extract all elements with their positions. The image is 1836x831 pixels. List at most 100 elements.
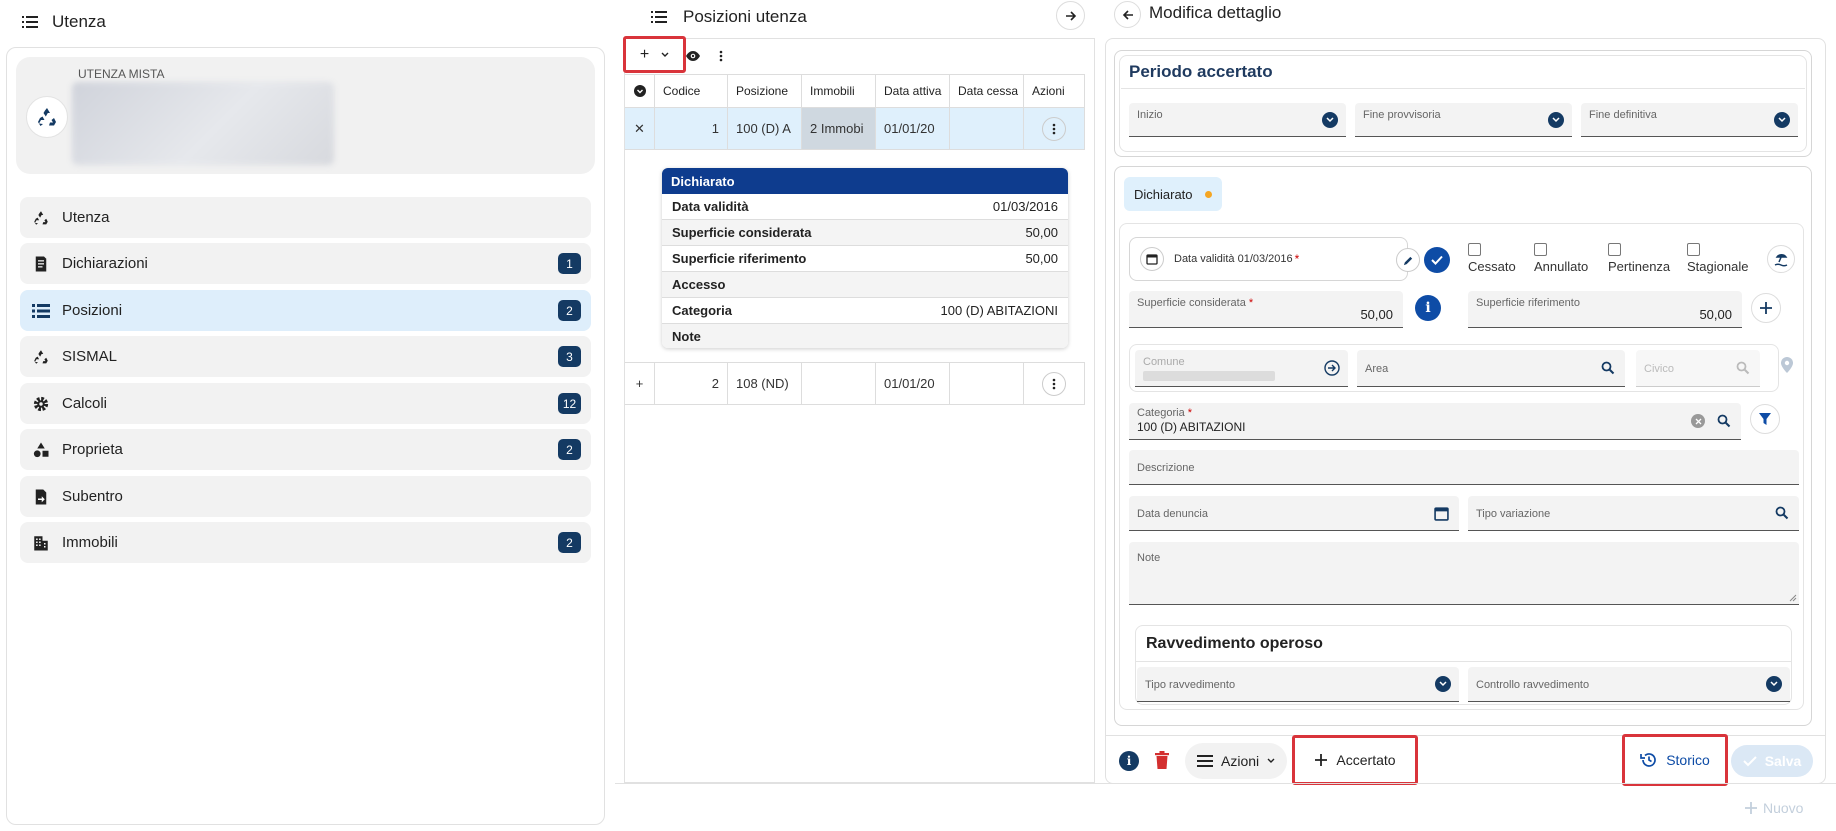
column-header[interactable]: Immobili [802,75,876,107]
arrow-right-icon[interactable] [1056,1,1085,30]
info-icon[interactable]: i [1119,751,1139,771]
storico-button[interactable]: Storico [1622,734,1728,786]
recycle-icon [32,348,50,366]
checkbox-box[interactable] [1608,243,1621,256]
comune-field[interactable]: Comune [1135,350,1348,387]
detail-row: Note [662,324,1068,348]
checkbox-box[interactable] [1687,243,1700,256]
filter-icon[interactable] [1750,404,1780,434]
more-vert-icon[interactable] [1042,116,1066,141]
cessato-checkbox[interactable]: Cessato [1468,243,1516,274]
superficie-considerata-field[interactable]: Superficie considerata * 50,00 [1129,291,1403,328]
add-position-button[interactable]: + [623,36,686,73]
detail-label: Note [672,329,701,344]
expand-all-icon[interactable] [625,75,655,107]
shapes-icon [32,441,50,459]
calendar-icon[interactable] [1140,247,1164,271]
confirm-check-icon[interactable] [1424,247,1450,273]
column-header[interactable]: Posizione [728,75,802,107]
declared-detail-card: Dichiarato Data validità 01/03/2016 Super… [662,168,1068,348]
accertato-button[interactable]: Accertato [1292,735,1418,785]
back-arrow-icon[interactable] [1114,1,1141,28]
column-header[interactable]: Data cessa [950,75,1024,107]
info-icon[interactable]: i [1415,295,1441,321]
map-pin-icon [1779,356,1795,374]
add-plus-icon[interactable] [1751,293,1781,323]
chevron-down-icon [1548,111,1564,128]
stagionale-checkbox[interactable]: Stagionale [1687,243,1748,274]
descrizione-field[interactable]: Descrizione [1129,450,1799,485]
cell-data-cessa [950,363,1024,404]
detail-label: Categoria [672,303,732,318]
collapse-icon[interactable]: ✕ [625,108,655,149]
edit-icon[interactable] [1396,248,1420,272]
clear-icon[interactable] [1691,414,1705,428]
cell-data-cessa [950,108,1024,149]
expand-icon[interactable]: + [625,363,655,404]
detail-row: Accesso [662,272,1068,298]
calendar-icon[interactable] [1434,506,1449,521]
document-icon [32,255,50,273]
building-icon [32,534,50,552]
checkbox-box[interactable] [1534,243,1547,256]
area-field[interactable]: Area [1357,350,1625,387]
middle-title: Posizioni utenza [683,7,807,26]
detail-row: Superficie considerata 50,00 [662,220,1068,246]
checkbox-label: Cessato [1468,259,1516,274]
search-icon[interactable] [1601,361,1615,375]
fine-provvisoria-field[interactable]: Fine provvisoria [1355,103,1572,137]
note-textarea[interactable]: Note [1129,542,1799,605]
data-validita-field[interactable]: Data validità 01/03/2016 * [1129,237,1408,281]
fine-definitiva-field[interactable]: Fine definitiva [1581,103,1798,137]
table-row[interactable]: + 2 108 (ND) 01/01/20 [625,363,1085,405]
superficie-riferimento-field[interactable]: Superficie riferimento 50,00 [1468,291,1742,328]
field-label: Area [1365,363,1389,375]
table-row[interactable]: ✕ 1 100 (D) A 2 Immobi 01/01/20 [625,108,1085,150]
controllo-ravvedimento-field[interactable]: Controllo ravvedimento [1468,667,1790,702]
ravvedimento-title: Ravvedimento operoso [1146,635,1323,652]
annullato-checkbox[interactable]: Annullato [1534,243,1588,274]
sidebar-item-label: Dichiarazioni [62,255,148,272]
sidebar-item-utenza[interactable]: Utenza [20,197,591,238]
trash-icon[interactable] [1154,751,1170,769]
more-vert-icon[interactable] [711,46,731,66]
button-label: Storico [1666,752,1710,768]
tipo-variazione-field[interactable]: Tipo variazione [1468,496,1799,531]
arrow-circle-icon[interactable] [1324,360,1340,376]
sidebar-item-calcoli[interactable]: Calcoli 12 [20,383,591,424]
checkbox-box[interactable] [1468,243,1481,256]
data-denuncia-field[interactable]: Data denuncia [1129,496,1459,531]
checkbox-label: Stagionale [1687,259,1749,274]
inizio-field[interactable]: Inizio [1129,103,1346,137]
search-icon[interactable] [1717,414,1731,428]
tipo-ravvedimento-field[interactable]: Tipo ravvedimento [1137,667,1459,702]
column-header[interactable]: Data attiva [876,75,950,107]
sidebar-item-immobili[interactable]: Immobili 2 [20,522,591,563]
field-label: Comune [1143,356,1185,368]
eye-icon[interactable] [683,46,703,66]
sidebar-item-sismal[interactable]: SISMAL 3 [20,336,591,377]
sidebar-item-posizioni[interactable]: Posizioni 2 [20,290,591,331]
column-header[interactable]: Codice [655,75,728,107]
detail-label: Superficie riferimento [672,251,807,266]
dichiarato-chip[interactable]: Dichiarato [1124,177,1222,211]
sidebar-item-subentro[interactable]: Subentro [20,476,591,517]
sidebar-item-label: Posizioni [62,302,123,319]
beach-icon[interactable] [1767,245,1795,273]
row-actions [1024,108,1085,149]
cell-immobili[interactable]: 2 Immobi [802,108,876,149]
search-icon[interactable] [1775,506,1789,520]
field-label: Tipo ravvedimento [1145,679,1236,691]
left-title: Utenza [52,12,106,31]
sidebar-item-proprieta[interactable]: Proprieta 2 [20,429,591,470]
sidebar-item-label: Subentro [62,488,123,505]
field-label: Categoria [1137,407,1185,419]
check-icon [1742,755,1757,767]
menu-icon[interactable] [22,15,38,29]
sidebar-item-dichiarazioni[interactable]: Dichiarazioni 1 [20,243,591,284]
resize-handle-icon[interactable] [1789,594,1797,602]
pertinenza-checkbox[interactable]: Pertinenza [1608,243,1670,274]
more-vert-icon[interactable] [1042,371,1066,396]
categoria-field[interactable]: Categoria * 100 (D) ABITAZIONI [1129,403,1741,440]
azioni-menu-button[interactable]: Azioni [1185,743,1288,779]
